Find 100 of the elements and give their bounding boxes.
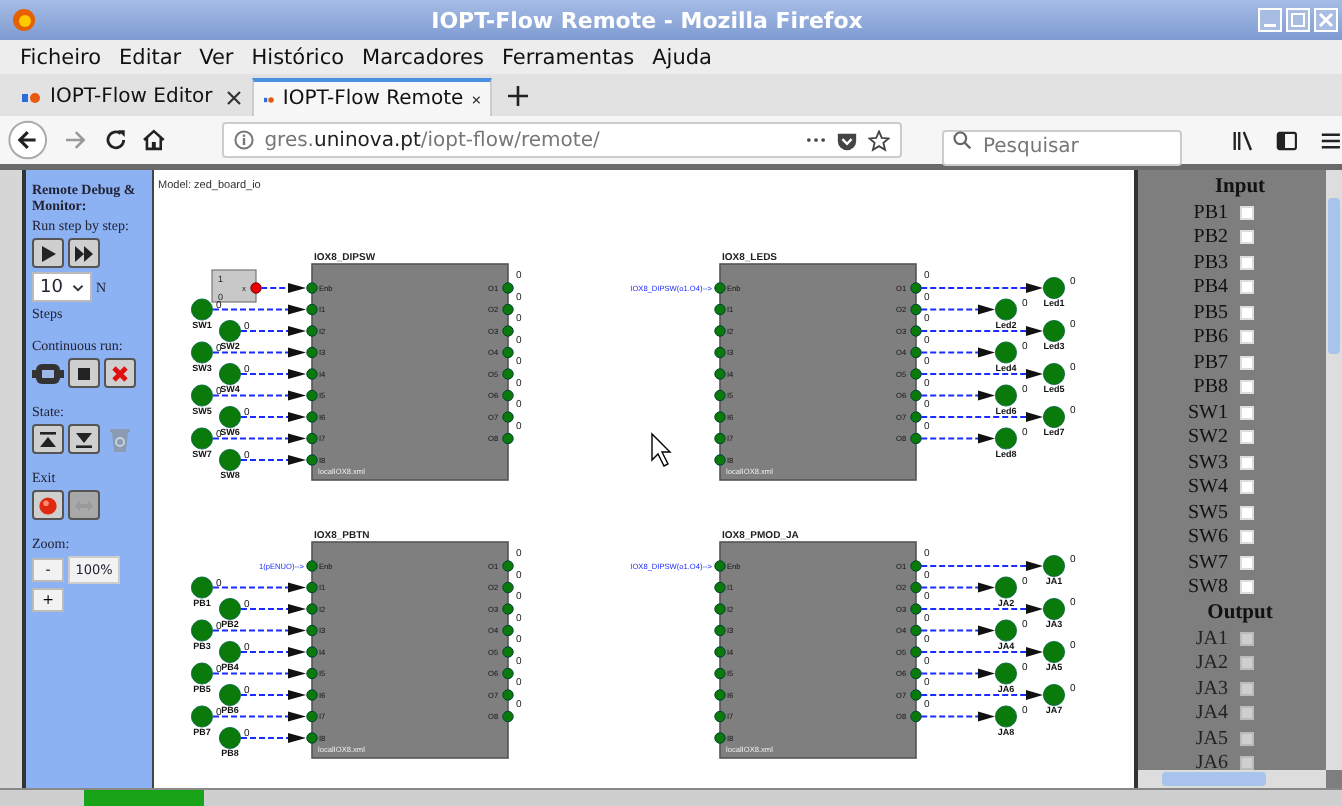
- checkbox[interactable]: [1240, 380, 1254, 395]
- menu-item[interactable]: Ferramentas: [501, 45, 635, 69]
- library-icon[interactable]: [1232, 129, 1255, 151]
- star-icon[interactable]: [868, 129, 891, 151]
- signal-node[interactable]: [219, 406, 241, 428]
- connector-arrow: [920, 326, 1043, 336]
- close-icon[interactable]: [226, 89, 242, 105]
- checkbox[interactable]: [1240, 555, 1254, 570]
- signal-node[interactable]: [1043, 406, 1065, 428]
- sidebar-icon[interactable]: [1276, 129, 1299, 151]
- home-icon[interactable]: [142, 128, 167, 152]
- signal-node[interactable]: [1043, 363, 1065, 385]
- signal-node[interactable]: [1043, 684, 1065, 706]
- signal-node[interactable]: [219, 363, 241, 385]
- checkbox[interactable]: [1240, 530, 1254, 545]
- fast-forward-button[interactable]: [68, 238, 100, 268]
- checkbox[interactable]: [1240, 480, 1254, 495]
- close-icon[interactable]: [471, 91, 480, 107]
- signal-node[interactable]: [1043, 555, 1065, 577]
- constant-block[interactable]: [211, 269, 257, 303]
- checkbox[interactable]: [1240, 255, 1254, 270]
- checkbox[interactable]: [1240, 230, 1254, 245]
- signal-node[interactable]: [191, 619, 213, 642]
- menu-item[interactable]: Histórico: [251, 45, 345, 69]
- checkbox[interactable]: [1240, 505, 1254, 520]
- signal-node[interactable]: [1043, 277, 1065, 299]
- browser-logo-icon: [12, 8, 36, 32]
- browser-tab[interactable]: IOPT-Flow Editor: [12, 78, 252, 116]
- signal-node[interactable]: [995, 298, 1017, 321]
- signal-node[interactable]: [219, 727, 241, 749]
- signal-name: PB5: [1193, 301, 1228, 324]
- menu-item[interactable]: Editar: [119, 45, 182, 69]
- new-tab-icon[interactable]: [508, 86, 528, 106]
- connector-arrow: [920, 390, 995, 401]
- upload-button[interactable]: [32, 424, 64, 454]
- signal-node[interactable]: [219, 641, 241, 663]
- scrollbar-thumb[interactable]: [1328, 198, 1340, 354]
- signal-node[interactable]: [191, 705, 213, 728]
- cancel-button[interactable]: [104, 358, 136, 388]
- signal-node[interactable]: [191, 427, 213, 450]
- stop-button[interactable]: [68, 358, 100, 388]
- connector-arrow: [212, 668, 306, 679]
- steps-select[interactable]: 10: [32, 272, 92, 302]
- signal-node[interactable]: [1043, 641, 1065, 663]
- checkbox[interactable]: [1240, 330, 1254, 345]
- checkbox[interactable]: [1240, 430, 1254, 445]
- signal-node[interactable]: [219, 320, 241, 342]
- step-button[interactable]: [32, 238, 64, 268]
- exit-button[interactable]: [32, 490, 64, 520]
- download-icon: [74, 429, 94, 449]
- signal-node[interactable]: [191, 298, 213, 321]
- scrollbar-thumb[interactable]: [1162, 772, 1266, 786]
- menu-item[interactable]: Ver: [199, 45, 234, 69]
- connector-arrow: [212, 582, 306, 593]
- port-icon[interactable]: [250, 282, 262, 294]
- swap-button[interactable]: [68, 490, 100, 520]
- shield-icon[interactable]: [836, 129, 859, 151]
- signal-node[interactable]: [191, 384, 213, 407]
- checkbox[interactable]: [1240, 405, 1254, 420]
- scrollbar[interactable]: [1138, 770, 1326, 788]
- scrollbar[interactable]: [1326, 170, 1342, 770]
- menu-icon[interactable]: [1320, 129, 1342, 151]
- run-icon[interactable]: [32, 359, 64, 387]
- download-button[interactable]: [68, 424, 100, 454]
- site-icon: [22, 91, 42, 103]
- signal-node[interactable]: [995, 705, 1017, 728]
- signal-node[interactable]: [995, 619, 1017, 642]
- browser-tab[interactable]: IOPT-Flow Remote: [252, 78, 492, 116]
- signal-node[interactable]: [995, 427, 1017, 450]
- checkbox[interactable]: [1240, 580, 1254, 595]
- connector-arrow: [240, 326, 306, 336]
- signal-node[interactable]: [1043, 598, 1065, 620]
- signal-node[interactable]: [191, 341, 213, 364]
- signal-node[interactable]: [219, 684, 241, 706]
- connector-arrow: [920, 604, 1043, 614]
- more-icon[interactable]: [806, 136, 827, 144]
- forward-icon[interactable]: [63, 128, 88, 152]
- back-icon[interactable]: [8, 120, 48, 160]
- signal-node[interactable]: [191, 662, 213, 685]
- signal-node[interactable]: [995, 576, 1017, 599]
- signal-node[interactable]: [995, 384, 1017, 407]
- signal-node[interactable]: [219, 449, 241, 471]
- menu-item[interactable]: Ajuda: [652, 45, 712, 69]
- signal-node[interactable]: [191, 576, 213, 599]
- signal-node[interactable]: [219, 598, 241, 620]
- checkbox[interactable]: [1240, 305, 1254, 320]
- signal-node[interactable]: [995, 662, 1017, 685]
- checkbox[interactable]: [1240, 280, 1254, 295]
- search-field[interactable]: Pesquisar: [942, 129, 1183, 165]
- reload-icon[interactable]: [103, 128, 127, 152]
- address-field[interactable]: gres.uninova.pt/iopt-flow/remote/: [222, 122, 903, 158]
- checkbox[interactable]: [1240, 355, 1254, 370]
- signal-node[interactable]: [1043, 320, 1065, 342]
- menu-item[interactable]: Marcadores: [362, 45, 484, 69]
- section-title: Output: [1205, 600, 1275, 626]
- menu-item[interactable]: Ficheiro: [20, 45, 102, 69]
- checkbox[interactable]: [1240, 205, 1254, 220]
- connector-arrow: [920, 433, 995, 444]
- checkbox[interactable]: [1240, 455, 1254, 470]
- signal-node[interactable]: [995, 341, 1017, 364]
